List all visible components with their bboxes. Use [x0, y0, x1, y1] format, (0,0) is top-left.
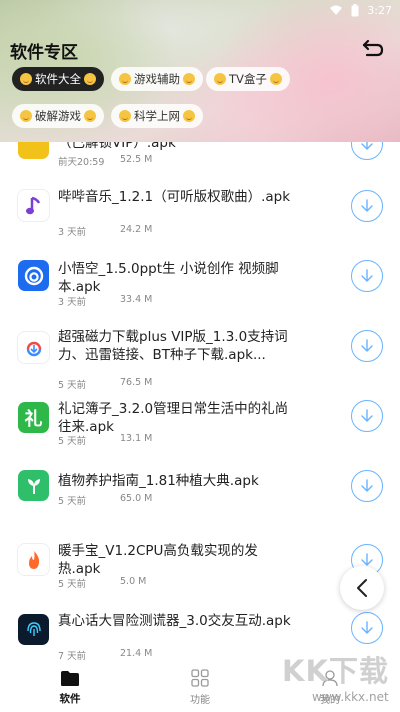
download-arrow-icon [361, 269, 373, 282]
smile-emoji-icon [20, 73, 32, 85]
chip-tv-box[interactable]: TV盒子 [206, 67, 290, 91]
download-button[interactable] [351, 190, 383, 222]
list-item[interactable]: 植物养护指南_1.81种植大典.apk 5 天前 65.0 M [0, 468, 400, 536]
chip-label: 科学上网 [134, 109, 180, 123]
download-button[interactable] [351, 612, 383, 644]
list-item[interactable]: 礼 礼记簿子_3.2.0管理日常生活中的礼尚往来.apk 5 天前 13.1 M [0, 400, 400, 468]
wukong-icon [18, 260, 49, 291]
fingerprint-icon [18, 614, 49, 645]
yellow-app-icon [18, 142, 49, 159]
item-name: 植物养护指南_1.81种植大典.apk [58, 473, 259, 489]
status-bar: 3:27 [329, 0, 392, 20]
li-character-icon: 礼 [18, 402, 49, 433]
chip-label: 破解游戏 [35, 109, 81, 123]
return-arrow-icon [362, 39, 384, 57]
plant-icon [18, 470, 49, 501]
item-size: 76.5 M [120, 377, 153, 388]
chip-software-all[interactable]: 软件大全 [12, 67, 104, 91]
item-name: 超强磁力下载plus VIP版_1.3.0支持词力、迅雷链接、BT种子下载.ap… [58, 329, 288, 363]
smile-emoji-icon [269, 73, 282, 85]
smile-emoji-icon [20, 110, 32, 122]
watermark-url: www.kkx.net [312, 690, 389, 704]
battery-icon [351, 3, 359, 16]
watermark-logo-text: KK下载 [282, 654, 389, 688]
collapse-arrow-button[interactable] [340, 566, 384, 610]
grid-icon [191, 667, 209, 689]
folder-icon [60, 667, 80, 689]
item-name: 暖手宝_V1.2CPU高负载实现的发热.apk [58, 543, 258, 577]
magnet-download-icon [18, 332, 49, 363]
item-name: 小悟空_1.5.0ppt生 小说创作 视频脚本.apk [58, 261, 279, 295]
download-button[interactable] [351, 400, 383, 432]
chip-cracked-games[interactable]: 破解游戏 [12, 104, 104, 128]
list-item[interactable]: 暖手宝_V1.2CPU高负载实现的发热.apk 5 天前 5.0 M [0, 538, 400, 606]
download-arrow-icon [361, 479, 373, 492]
item-time: 3 天前 [58, 297, 87, 308]
item-time: 5 天前 [58, 436, 87, 447]
item-name: 哔哔音乐_1.2.1（可听版权歌曲）.apk [58, 189, 291, 205]
smile-emoji-icon [183, 110, 195, 122]
smile-emoji-icon [119, 73, 131, 85]
download-arrow-icon [361, 142, 373, 150]
smile-emoji-icon [214, 73, 226, 85]
download-arrow-icon [361, 409, 373, 422]
smile-emoji-icon [119, 110, 131, 122]
item-time: 7 天前 [58, 651, 87, 662]
download-button[interactable] [351, 470, 383, 502]
list-item[interactable]: （已解锁VIP）.apk 前天20:59 52.5 M [0, 142, 400, 186]
tab-label: 软件 [59, 693, 81, 705]
flame-icon [18, 544, 49, 575]
chip-label: TV盒子 [229, 72, 267, 86]
download-button[interactable] [351, 330, 383, 362]
chip-label: 游戏辅助 [134, 72, 180, 86]
item-size: 21.4 M [120, 648, 153, 659]
status-time: 3:27 [367, 3, 392, 17]
item-time: 5 天前 [58, 380, 87, 391]
smile-emoji-icon [84, 73, 96, 85]
chip-game-assist[interactable]: 游戏辅助 [111, 67, 203, 91]
smile-emoji-icon [84, 110, 96, 122]
item-time: 5 天前 [58, 496, 87, 507]
item-time: 前天20:59 [58, 157, 105, 168]
download-button[interactable] [351, 260, 383, 292]
music-note-icon [18, 190, 49, 221]
list-item[interactable]: 超强磁力下载plus VIP版_1.3.0支持词力、迅雷链接、BT种子下载.ap… [0, 329, 400, 398]
tab-software[interactable]: 软件 [30, 662, 110, 712]
item-size: 65.0 M [120, 493, 153, 504]
item-name: 礼记簿子_3.2.0管理日常生活中的礼尚往来.apk [58, 401, 289, 435]
page-title: 软件专区 [10, 43, 78, 63]
tab-functions[interactable]: 功能 [160, 662, 240, 712]
tab-label: 功能 [190, 695, 210, 706]
item-size: 5.0 M [120, 576, 147, 587]
download-button[interactable] [351, 142, 383, 160]
header-banner: 3:27 软件专区 软件大全 游戏辅助 TV盒子 破解游戏 科学上网 [0, 0, 400, 142]
list-item[interactable]: 小悟空_1.5.0ppt生 小说创作 视频脚本.apk 3 天前 33.4 M [0, 258, 400, 326]
item-name: 真心话大冒险测谎器_3.0交友互动.apk [58, 613, 291, 629]
item-time: 5 天前 [58, 579, 87, 590]
chip-label: 软件大全 [35, 72, 81, 86]
download-arrow-icon [361, 339, 373, 352]
chip-science-internet[interactable]: 科学上网 [111, 104, 203, 128]
item-size: 33.4 M [120, 294, 153, 305]
list-item[interactable]: 哔哔音乐_1.2.1（可听版权歌曲）.apk 3 天前 24.2 M [0, 186, 400, 254]
item-size: 13.1 M [120, 433, 153, 444]
item-size: 52.5 M [120, 154, 153, 165]
smile-emoji-icon [183, 73, 195, 85]
download-arrow-icon [361, 621, 373, 634]
item-time: 3 天前 [58, 227, 87, 238]
download-arrow-icon [361, 199, 373, 212]
item-name: （已解锁VIP）.apk [58, 142, 176, 151]
item-size: 24.2 M [120, 224, 153, 235]
wifi-icon [330, 5, 343, 15]
chevron-left-icon [357, 579, 367, 597]
kkx-watermark: KK下载 www.kkx.net [278, 648, 398, 710]
back-button[interactable] [360, 36, 386, 60]
